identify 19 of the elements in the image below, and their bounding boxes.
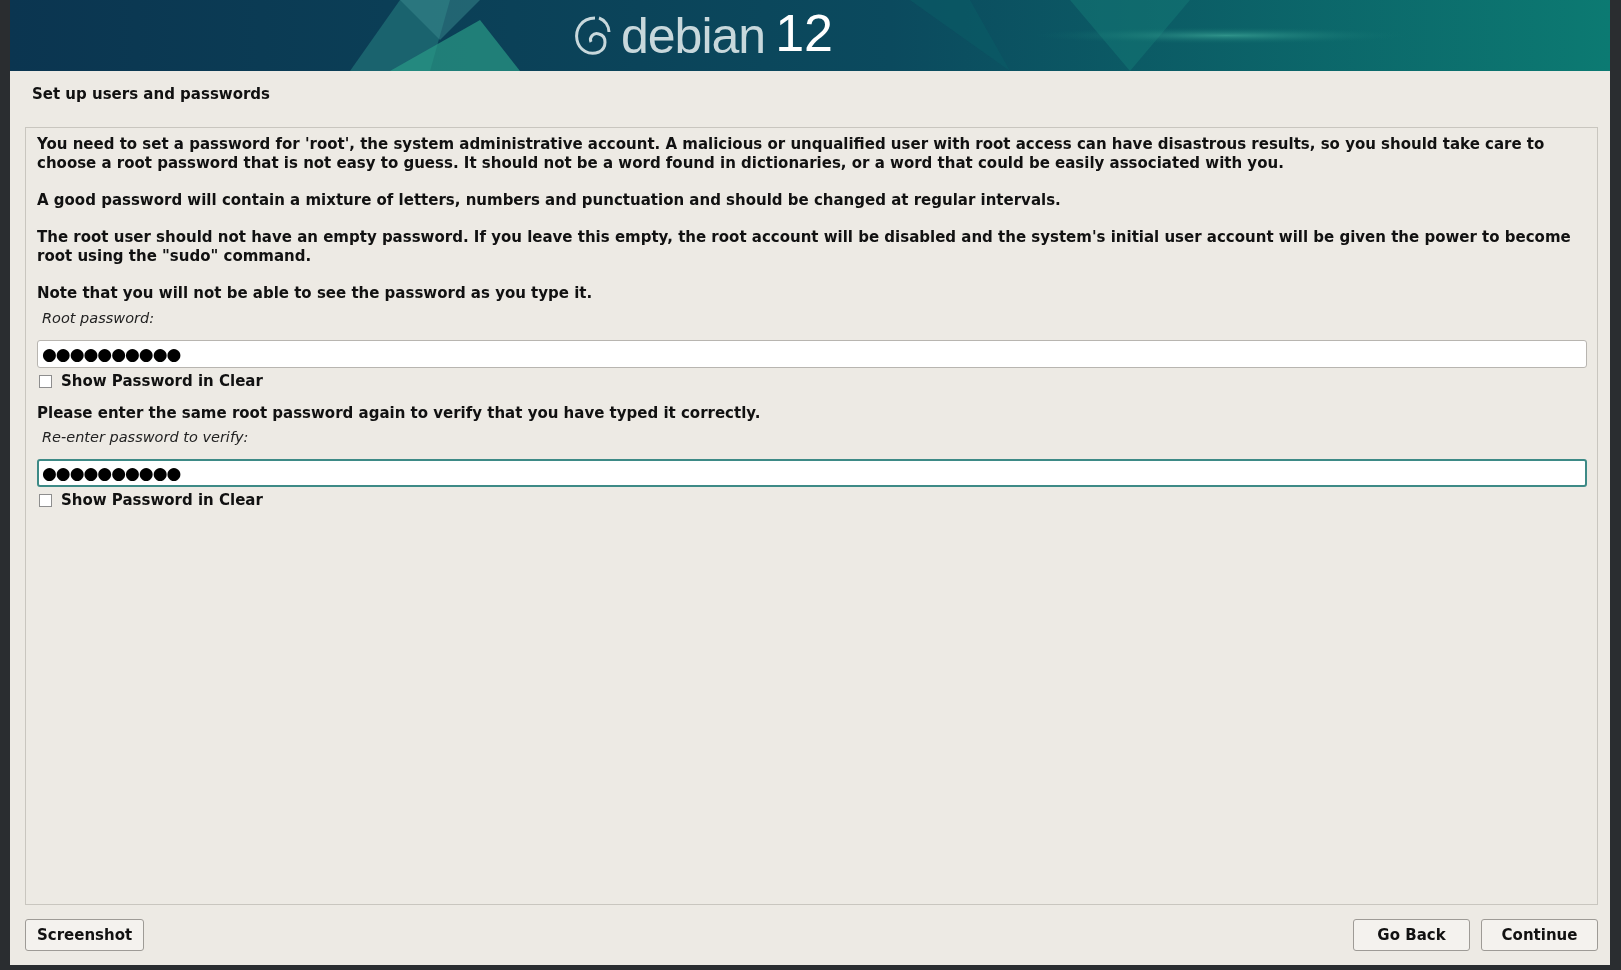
field-label: Re-enter password to verify: (42, 428, 250, 447)
page-title: Set up users and passwords (32, 85, 272, 105)
footer-button[interactable]: Go Back (1353, 919, 1470, 951)
footer-button[interactable]: Screenshot (25, 919, 145, 951)
footer-button[interactable]: Continue (1481, 919, 1598, 951)
paragraph: The root user should not have an empty password. If you leave this empty, the root account will be disabled and the system's initial user account will be given the power to become root using the "sudo" command. (37, 228, 1572, 266)
password-field[interactable]: ●●●●●●●●●● (37, 340, 1587, 368)
paragraph: Please enter the same root password again to verify that you have typed it correctly. (37, 404, 762, 423)
checkbox[interactable] (39, 493, 52, 507)
checkbox-label[interactable]: Show Password in Clear (61, 491, 263, 509)
debian-wordmark: debian (621, 10, 766, 61)
version-number: 12 (775, 6, 833, 59)
paragraph: Note that you will not be able to see the password as you type it. (37, 284, 594, 303)
checkbox-label[interactable]: Show Password in Clear (61, 372, 263, 390)
paragraph: You need to set a password for 'root', the system administrative account. A malicious or unqualified user with root access can have disastrous results, so you should take care to choose a root password that is not easy to guess. It should not be a word found in dictionaries, or a word that could be easily associated with you. (37, 135, 1546, 173)
paragraph: A good password will contain a mixture of letters, numbers and punctuation and should be changed at regular intervals. (37, 191, 1062, 210)
password-field[interactable]: ●●●●●●●●●● (37, 459, 1587, 487)
checkbox[interactable] (39, 374, 52, 388)
field-label: Root password: (42, 309, 156, 328)
